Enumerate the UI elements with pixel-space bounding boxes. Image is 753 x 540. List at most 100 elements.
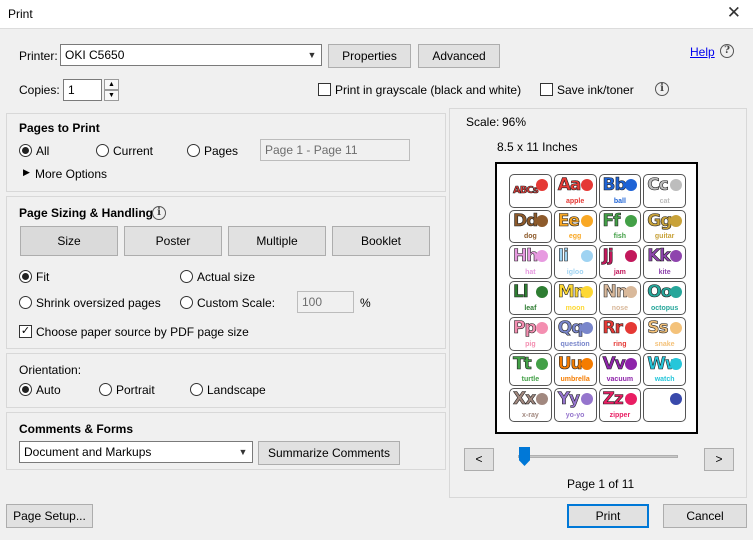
page-slider-track[interactable] <box>518 455 678 458</box>
preview-cell-picture-icon <box>580 179 593 191</box>
preview-cell-picture-icon <box>625 286 638 299</box>
preview-cell: Aa apple <box>553 174 597 208</box>
preview-cell-word: egg <box>568 233 582 241</box>
preview-cell-picture-icon <box>670 214 682 227</box>
save-ink-checkbox[interactable] <box>540 83 553 96</box>
preview-cell-picture-icon <box>580 214 593 227</box>
expand-triangle-icon[interactable]: ▶ <box>23 167 30 178</box>
preview-cell: Kk kite <box>643 245 686 280</box>
custom-scale-value: 100 <box>302 295 323 309</box>
all-pages-radio[interactable] <box>19 144 32 157</box>
preview-cell: Vv vacuum <box>598 352 642 387</box>
preview-cell-picture-icon <box>535 393 548 406</box>
preview-cell: Ss snake <box>643 316 686 351</box>
print-button[interactable]: Print <box>567 504 649 528</box>
preview-cell-word: apple <box>565 197 585 205</box>
preview-cell-letters: Yy <box>557 389 580 410</box>
page-range-input[interactable]: Page 1 - Page 11 <box>260 139 410 161</box>
preview-cell-letters: ABCs <box>513 185 539 197</box>
help-link[interactable]: Help <box>690 45 715 59</box>
close-icon[interactable]: ✕ <box>727 3 741 23</box>
page-setup-button[interactable]: Page Setup... <box>6 504 93 528</box>
preview-cell: Ll leaf <box>509 281 552 315</box>
custom-scale-radio[interactable] <box>180 296 193 309</box>
tab-poster[interactable]: Poster <box>124 226 222 256</box>
shrink-radio[interactable] <box>19 296 32 309</box>
preview-cell-picture-icon <box>670 321 682 334</box>
help-icon[interactable]: ? <box>720 44 734 58</box>
next-page-button[interactable]: > <box>704 448 734 471</box>
preview-cell: Xx x-ray <box>509 388 552 422</box>
previous-page-button[interactable]: < <box>464 448 494 471</box>
preview-cell-picture-icon <box>670 250 682 263</box>
preview-cell: Nn nose <box>598 281 642 315</box>
sizing-info-icon[interactable]: i <box>152 206 166 220</box>
properties-button[interactable]: Properties <box>328 44 411 68</box>
pages-heading: Pages to Print <box>19 121 100 135</box>
tab-multiple[interactable]: Multiple <box>228 226 326 256</box>
pages-radio[interactable] <box>187 144 200 157</box>
preview-cell-letters: Ii <box>557 246 569 267</box>
preview-cell-picture-icon <box>670 393 682 406</box>
cancel-button[interactable]: Cancel <box>663 504 747 528</box>
preview-cell-letters: Xx <box>513 389 537 410</box>
fit-radio[interactable] <box>19 270 32 283</box>
chevron-down-icon: ▼ <box>307 50 317 60</box>
preview-cell-word: dog <box>523 233 537 241</box>
advanced-button[interactable]: Advanced <box>418 44 500 68</box>
comments-select[interactable]: Document and Markups ▼ <box>19 441 253 463</box>
summarize-comments-button[interactable]: Summarize Comments <box>258 441 400 465</box>
preview-cell: Zz zipper <box>598 388 642 422</box>
preview-cell-picture-icon <box>535 286 548 299</box>
preview-cell-word: watch <box>654 376 675 384</box>
paper-source-checkbox[interactable]: ✓ <box>19 325 32 338</box>
landscape-radio[interactable] <box>190 383 203 396</box>
preview-cell-word: fish <box>613 233 627 241</box>
preview-cell-picture-icon <box>670 179 682 191</box>
preview-cell-letters: Uu <box>557 353 583 374</box>
actual-size-radio[interactable] <box>180 270 193 283</box>
preview-cell-word: yo-yo <box>565 412 585 419</box>
portrait-radio[interactable] <box>99 383 112 396</box>
preview-cell-picture-icon <box>535 179 548 191</box>
copies-down-icon[interactable]: ▼ <box>104 90 119 101</box>
preview-cell-word: kite <box>658 269 671 277</box>
preview-cell-picture-icon <box>580 286 593 299</box>
current-page-radio[interactable] <box>96 144 109 157</box>
preview-cell-picture-icon <box>580 321 593 334</box>
fit-label: Fit <box>36 270 50 284</box>
preview-cell-picture-icon <box>580 250 593 263</box>
page-range-value: Page 1 - Page 11 <box>265 143 358 157</box>
custom-scale-input[interactable]: 100 <box>297 291 354 313</box>
preview-cell-letters: Vv <box>602 353 626 374</box>
tab-booklet[interactable]: Booklet <box>332 226 430 256</box>
preview-cell: ABCs <box>509 174 552 208</box>
preview-cell: Rr ring <box>598 316 642 351</box>
preview-cell: Oo octopus <box>643 281 686 315</box>
preview-cell: Uu umbrella <box>553 352 597 387</box>
preview-cell-letters: Zz <box>602 389 624 410</box>
copies-value: 1 <box>68 83 75 97</box>
preview-cell-letters: Hh <box>513 246 539 267</box>
preview-cell-letters: Jj <box>602 246 614 267</box>
preview-cell-picture-icon <box>580 357 593 370</box>
more-options-label[interactable]: More Options <box>35 167 107 181</box>
tab-size[interactable]: Size <box>20 226 118 256</box>
window-title: Print <box>8 7 33 21</box>
printer-select[interactable]: OKI C5650 ▼ <box>60 44 322 66</box>
preview-cell-word: x-ray <box>522 412 539 419</box>
portrait-label: Portrait <box>116 383 155 397</box>
preview-grid: ABCs Aa apple Bb ball Cc cat Dd dog Ee egg Ff fish Gg… <box>509 174 686 422</box>
preview-cell-word: pig <box>525 340 536 348</box>
preview-cell-word: moon <box>565 304 585 312</box>
save-ink-label: Save ink/toner <box>557 83 634 97</box>
percent-label: % <box>360 296 371 310</box>
info-icon[interactable]: i <box>655 82 669 96</box>
copies-up-icon[interactable]: ▲ <box>104 79 119 90</box>
auto-orientation-radio[interactable] <box>19 383 32 396</box>
copies-input[interactable]: 1 <box>63 79 102 101</box>
preview-cell-letters: Ss <box>647 317 669 338</box>
preview-cell-picture-icon <box>625 179 638 191</box>
preview-cell: Ee egg <box>553 209 597 244</box>
grayscale-checkbox[interactable] <box>318 83 331 96</box>
